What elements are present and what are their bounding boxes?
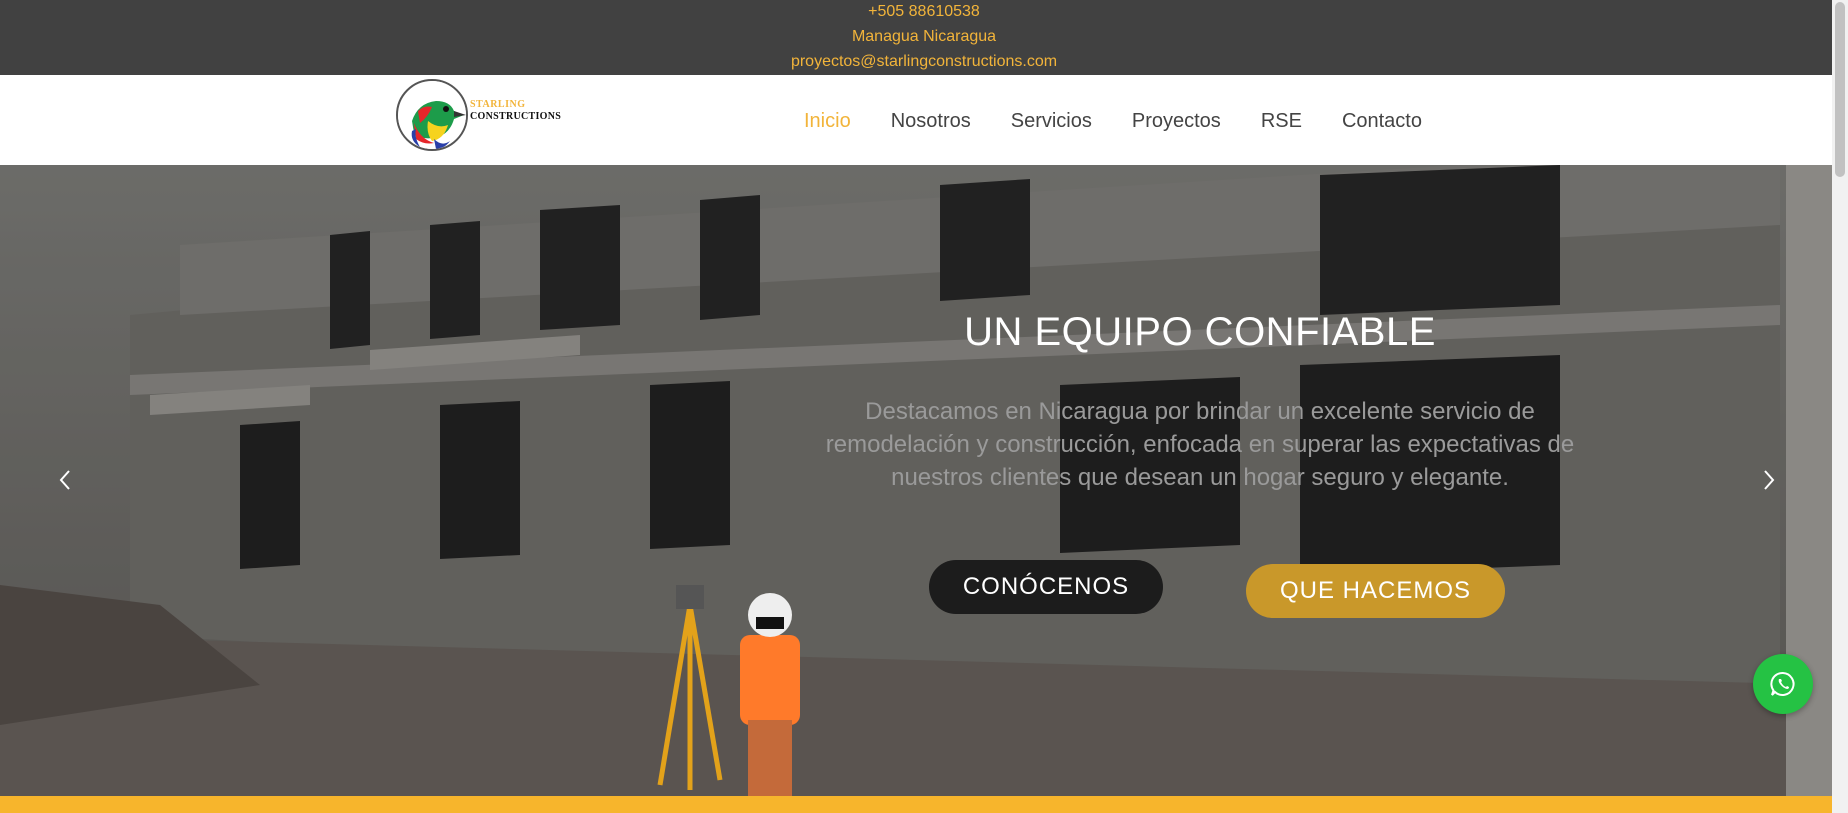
page-scrollbar[interactable] bbox=[1832, 0, 1848, 813]
contact-location: Managua Nicaragua bbox=[851, 28, 997, 45]
site-header: STARLING CONSTRUCTIONS Inicio Nosotros S… bbox=[0, 75, 1832, 165]
nav-item-proyectos[interactable]: Proyectos bbox=[1132, 108, 1221, 134]
hero-slider: UN EQUIPO CONFIABLE Destacamos en Nicara… bbox=[0, 165, 1832, 796]
nav-item-contacto[interactable]: Contacto bbox=[1342, 108, 1422, 134]
scrollbar-thumb[interactable] bbox=[1835, 2, 1845, 177]
contact-email[interactable]: proyectos@starlingconstructions.com bbox=[0, 52, 1848, 72]
logo-text-starling: STARLING bbox=[470, 99, 526, 110]
contact-bar: +505 88610538 Managua Nicaragua proyecto… bbox=[0, 0, 1832, 75]
nav-item-inicio[interactable]: Inicio bbox=[804, 108, 851, 134]
chevron-right-icon bbox=[1764, 470, 1775, 490]
nav-item-nosotros[interactable]: Nosotros bbox=[891, 108, 971, 134]
nav-item-rse[interactable]: RSE bbox=[1261, 108, 1302, 134]
conocenos-button[interactable]: CONÓCENOS bbox=[929, 560, 1163, 614]
slider-prev-button[interactable] bbox=[30, 445, 100, 515]
starling-bird-icon bbox=[396, 79, 468, 151]
whatsapp-icon bbox=[1770, 672, 1795, 696]
site-logo[interactable]: STARLING CONSTRUCTIONS bbox=[396, 79, 572, 153]
next-section-strip bbox=[0, 796, 1832, 813]
que-hacemos-button[interactable]: QUE HACEMOS bbox=[1246, 564, 1505, 618]
logo-text-constructions: CONSTRUCTIONS bbox=[470, 111, 562, 122]
hero-title: UN EQUIPO CONFIABLE bbox=[964, 310, 1436, 354]
nav-item-servicios[interactable]: Servicios bbox=[1011, 108, 1092, 134]
whatsapp-button[interactable] bbox=[1753, 654, 1813, 714]
hero-subtitle: Destacamos en Nicaragua por brindar un e… bbox=[825, 398, 1575, 491]
main-nav: Inicio Nosotros Servicios Proyectos RSE … bbox=[804, 108, 1462, 134]
chevron-left-icon bbox=[59, 470, 70, 490]
contact-phone[interactable]: +505 88610538 bbox=[0, 2, 1848, 22]
slider-next-button[interactable] bbox=[1734, 445, 1804, 515]
